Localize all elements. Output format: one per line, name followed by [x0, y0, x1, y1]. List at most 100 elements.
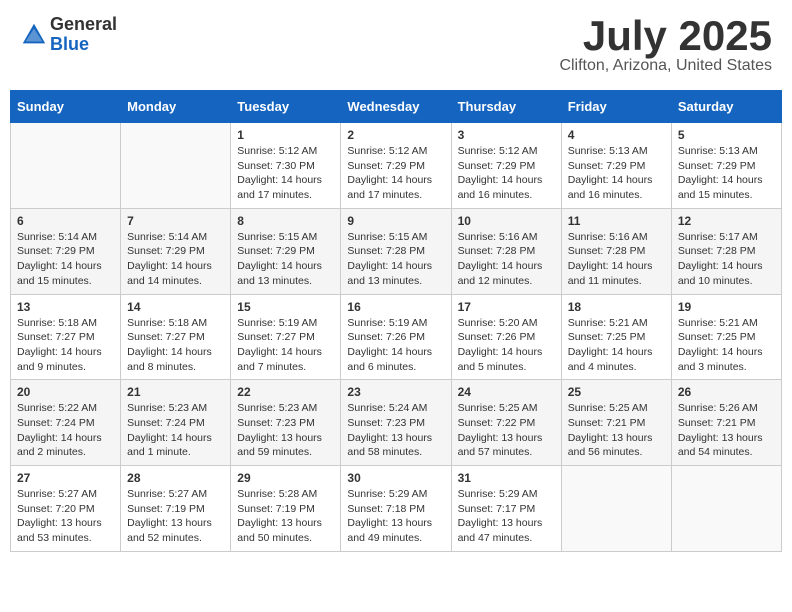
calendar-cell	[121, 123, 231, 209]
day-number: 17	[458, 300, 555, 314]
title-block: July 2025 Clifton, Arizona, United State…	[559, 15, 772, 75]
calendar-cell: 19 Sunrise: 5:21 AMSunset: 7:25 PMDayligh…	[671, 294, 781, 380]
day-number: 27	[17, 471, 114, 485]
calendar-cell: 16Sunrise: 5:19 AMSunset: 7:26 PMDayligh…	[341, 294, 451, 380]
weekday-header-friday: Friday	[561, 91, 671, 123]
calendar-cell: 18 Sunrise: 5:21 AMSunset: 7:25 PMDayligh…	[561, 294, 671, 380]
calendar-cell: 25 Sunrise: 5:25 AMSunset: 7:21 PMDayligh…	[561, 380, 671, 466]
day-number: 19	[678, 300, 775, 314]
day-info: Sunrise: 5:15 AMSunset: 7:29 PMDaylight:…	[237, 230, 334, 289]
calendar-cell: 9 Sunrise: 5:15 AMSunset: 7:28 PMDaylight…	[341, 208, 451, 294]
weekday-header-tuesday: Tuesday	[231, 91, 341, 123]
calendar-cell: 2 Sunrise: 5:12 AMSunset: 7:29 PMDaylight…	[341, 123, 451, 209]
day-number: 13	[17, 300, 114, 314]
day-info: Sunrise: 5:15 AMSunset: 7:28 PMDaylight:…	[347, 230, 444, 289]
calendar-cell: 17 Sunrise: 5:20 AMSunset: 7:26 PMDayligh…	[451, 294, 561, 380]
calendar-cell: 4 Sunrise: 5:13 AMSunset: 7:29 PMDaylight…	[561, 123, 671, 209]
calendar-cell	[11, 123, 121, 209]
day-info: Sunrise: 5:26 AMSunset: 7:21 PMDaylight:…	[678, 401, 775, 460]
logo-general: General	[50, 14, 117, 34]
calendar-cell: 7Sunrise: 5:14 AMSunset: 7:29 PMDaylight…	[121, 208, 231, 294]
calendar-cell: 26 Sunrise: 5:26 AMSunset: 7:21 PMDayligh…	[671, 380, 781, 466]
calendar-cell: 14 Sunrise: 5:18 AMSunset: 7:27 PMDayligh…	[121, 294, 231, 380]
calendar-cell: 20Sunrise: 5:22 AMSunset: 7:24 PMDayligh…	[11, 380, 121, 466]
day-number: 1	[237, 128, 334, 142]
day-info: Sunrise: 5:19 AMSunset: 7:26 PMDaylight:…	[347, 316, 444, 375]
day-number: 20	[17, 385, 114, 399]
calendar-cell: 22Sunrise: 5:23 AMSunset: 7:23 PMDayligh…	[231, 380, 341, 466]
day-number: 30	[347, 471, 444, 485]
day-number: 2	[347, 128, 444, 142]
day-number: 24	[458, 385, 555, 399]
day-number: 28	[127, 471, 224, 485]
day-number: 14	[127, 300, 224, 314]
day-info: Sunrise: 5:28 AMSunset: 7:19 PMDaylight:…	[237, 487, 334, 546]
day-info: Sunrise: 5:27 AMSunset: 7:19 PMDaylight:…	[127, 487, 224, 546]
day-number: 15	[237, 300, 334, 314]
day-info: Sunrise: 5:18 AMSunset: 7:27 PMDaylight:…	[17, 316, 114, 375]
calendar-cell: 30Sunrise: 5:29 AMSunset: 7:18 PMDayligh…	[341, 466, 451, 552]
day-info: Sunrise: 5:21 AMSunset: 7:25 PMDaylight:…	[678, 316, 775, 375]
calendar-cell: 24 Sunrise: 5:25 AMSunset: 7:22 PMDayligh…	[451, 380, 561, 466]
calendar-cell: 31Sunrise: 5:29 AMSunset: 7:17 PMDayligh…	[451, 466, 561, 552]
calendar-cell: 27Sunrise: 5:27 AMSunset: 7:20 PMDayligh…	[11, 466, 121, 552]
logo-text: General Blue	[50, 15, 117, 55]
day-number: 18	[568, 300, 665, 314]
calendar-cell: 23 Sunrise: 5:24 AMSunset: 7:23 PMDayligh…	[341, 380, 451, 466]
weekday-header-wednesday: Wednesday	[341, 91, 451, 123]
calendar-cell	[561, 466, 671, 552]
calendar-cell: 3Sunrise: 5:12 AMSunset: 7:29 PMDaylight…	[451, 123, 561, 209]
day-info: Sunrise: 5:29 AMSunset: 7:17 PMDaylight:…	[458, 487, 555, 546]
day-info: Sunrise: 5:25 AMSunset: 7:22 PMDaylight:…	[458, 401, 555, 460]
day-info: Sunrise: 5:12 AMSunset: 7:29 PMDaylight:…	[458, 144, 555, 203]
month-title: July 2025	[559, 15, 772, 57]
day-info: Sunrise: 5:18 AMSunset: 7:27 PMDaylight:…	[127, 316, 224, 375]
day-info: Sunrise: 5:24 AMSunset: 7:23 PMDaylight:…	[347, 401, 444, 460]
day-info: Sunrise: 5:21 AMSunset: 7:25 PMDaylight:…	[568, 316, 665, 375]
calendar-cell: 12 Sunrise: 5:17 AMSunset: 7:28 PMDayligh…	[671, 208, 781, 294]
day-number: 25	[568, 385, 665, 399]
week-row-3: 13 Sunrise: 5:18 AMSunset: 7:27 PMDayligh…	[11, 294, 782, 380]
calendar-cell: 13 Sunrise: 5:18 AMSunset: 7:27 PMDayligh…	[11, 294, 121, 380]
day-info: Sunrise: 5:19 AMSunset: 7:27 PMDaylight:…	[237, 316, 334, 375]
calendar-cell	[671, 466, 781, 552]
day-number: 12	[678, 214, 775, 228]
weekday-header-row: SundayMondayTuesdayWednesdayThursdayFrid…	[11, 91, 782, 123]
day-number: 6	[17, 214, 114, 228]
day-info: Sunrise: 5:14 AMSunset: 7:29 PMDaylight:…	[127, 230, 224, 289]
weekday-header-saturday: Saturday	[671, 91, 781, 123]
day-number: 23	[347, 385, 444, 399]
week-row-2: 6 Sunrise: 5:14 AMSunset: 7:29 PMDaylight…	[11, 208, 782, 294]
day-info: Sunrise: 5:14 AMSunset: 7:29 PMDaylight:…	[17, 230, 114, 289]
calendar-cell: 10 Sunrise: 5:16 AMSunset: 7:28 PMDayligh…	[451, 208, 561, 294]
day-info: Sunrise: 5:13 AMSunset: 7:29 PMDaylight:…	[568, 144, 665, 203]
logo: General Blue	[20, 15, 117, 55]
day-number: 8	[237, 214, 334, 228]
day-info: Sunrise: 5:16 AMSunset: 7:28 PMDaylight:…	[458, 230, 555, 289]
day-info: Sunrise: 5:23 AMSunset: 7:23 PMDaylight:…	[237, 401, 334, 460]
logo-blue: Blue	[50, 34, 89, 54]
day-number: 26	[678, 385, 775, 399]
day-info: Sunrise: 5:12 AMSunset: 7:29 PMDaylight:…	[347, 144, 444, 203]
calendar-cell: 5Sunrise: 5:13 AMSunset: 7:29 PMDaylight…	[671, 123, 781, 209]
day-info: Sunrise: 5:25 AMSunset: 7:21 PMDaylight:…	[568, 401, 665, 460]
day-info: Sunrise: 5:12 AMSunset: 7:30 PMDaylight:…	[237, 144, 334, 203]
calendar-cell: 6 Sunrise: 5:14 AMSunset: 7:29 PMDaylight…	[11, 208, 121, 294]
day-number: 10	[458, 214, 555, 228]
calendar-table: SundayMondayTuesdayWednesdayThursdayFrid…	[10, 90, 782, 552]
day-number: 21	[127, 385, 224, 399]
day-info: Sunrise: 5:20 AMSunset: 7:26 PMDaylight:…	[458, 316, 555, 375]
weekday-header-sunday: Sunday	[11, 91, 121, 123]
week-row-4: 20Sunrise: 5:22 AMSunset: 7:24 PMDayligh…	[11, 380, 782, 466]
day-info: Sunrise: 5:17 AMSunset: 7:28 PMDaylight:…	[678, 230, 775, 289]
location: Clifton, Arizona, United States	[559, 57, 772, 75]
page-header: General Blue July 2025 Clifton, Arizona,…	[10, 10, 782, 80]
day-info: Sunrise: 5:13 AMSunset: 7:29 PMDaylight:…	[678, 144, 775, 203]
logo-icon	[20, 21, 48, 49]
calendar-cell: 15 Sunrise: 5:19 AMSunset: 7:27 PMDayligh…	[231, 294, 341, 380]
day-number: 4	[568, 128, 665, 142]
calendar-cell: 1 Sunrise: 5:12 AMSunset: 7:30 PMDaylight…	[231, 123, 341, 209]
calendar-cell: 11Sunrise: 5:16 AMSunset: 7:28 PMDayligh…	[561, 208, 671, 294]
calendar-cell: 29Sunrise: 5:28 AMSunset: 7:19 PMDayligh…	[231, 466, 341, 552]
day-number: 9	[347, 214, 444, 228]
